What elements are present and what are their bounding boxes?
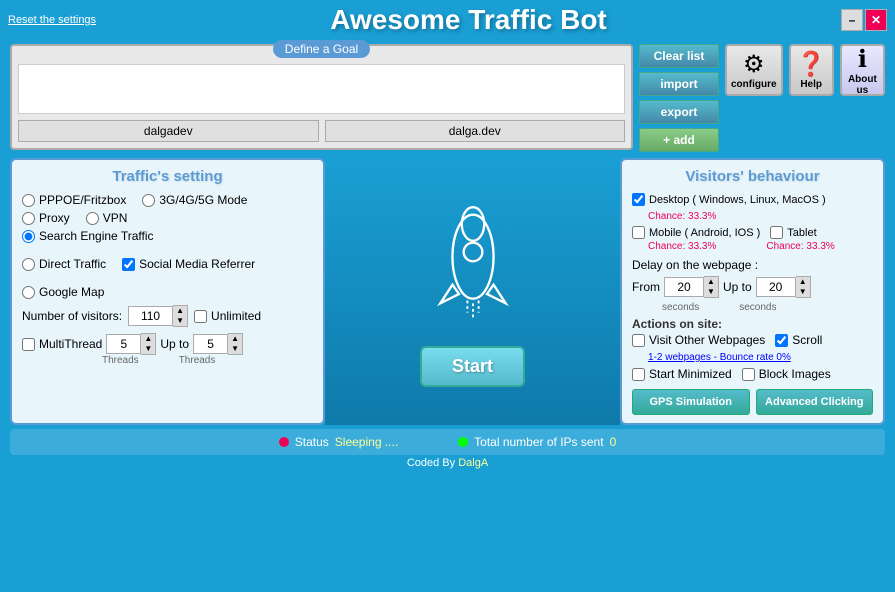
rocket-area: Start: [325, 158, 620, 425]
footer: Coded By DalgA: [0, 455, 895, 471]
thread-input-2[interactable]: [193, 334, 228, 354]
status-bar: Status Sleeping .... Total number of IPs…: [10, 429, 885, 455]
start-button[interactable]: Start: [420, 346, 525, 387]
radio-proxy[interactable]: Proxy: [22, 211, 70, 225]
gps-simulation-button[interactable]: GPS Simulation: [632, 389, 750, 415]
checkbox-mobile[interactable]: Mobile ( Android, IOS ): [632, 226, 760, 239]
url-input-2[interactable]: [325, 120, 626, 142]
traffic-panel-title: Traffic's setting: [22, 168, 313, 185]
status-dot: [279, 437, 289, 447]
mobile-chance: Chance: 33.3%: [648, 241, 716, 252]
delay-from-down[interactable]: ▼: [704, 287, 718, 297]
help-label: Help: [800, 79, 822, 90]
ips-value: 0: [610, 435, 617, 449]
upto-label: Up to: [160, 337, 189, 351]
delay-to-down[interactable]: ▼: [796, 287, 810, 297]
visitors-down[interactable]: ▼: [173, 316, 187, 326]
thread2-up[interactable]: ▲: [228, 334, 242, 344]
status-item: Status Sleeping ....: [279, 435, 398, 449]
checkbox-unlimited[interactable]: Unlimited: [194, 309, 261, 323]
url-list: [18, 64, 625, 114]
delay-to-input[interactable]: [756, 277, 796, 297]
thread1-up[interactable]: ▲: [141, 334, 155, 344]
ips-item: Total number of IPs sent 0: [458, 435, 616, 449]
from-label: From: [632, 280, 660, 294]
about-label: About us: [846, 74, 879, 96]
sleeping-label: Sleeping ....: [335, 435, 398, 449]
export-button[interactable]: export: [639, 100, 719, 124]
author-link[interactable]: DalgA: [458, 457, 488, 469]
visitors-input[interactable]: [128, 306, 173, 326]
info-icon: ℹ: [858, 45, 867, 74]
visitors-panel: Visitors' behaviour Desktop ( Windows, L…: [620, 158, 885, 425]
radio-google-map[interactable]: Google Map: [22, 285, 313, 299]
help-button[interactable]: ❓ Help: [789, 44, 834, 96]
threads-label-2: Threads: [179, 355, 216, 366]
help-icon: ❓: [796, 50, 826, 79]
checkbox-multithread[interactable]: MultiThread: [22, 337, 102, 351]
visitors-panel-title: Visitors' behaviour: [632, 168, 873, 185]
delay-label: Delay on the webpage :: [632, 258, 758, 272]
coded-by-label: Coded By: [407, 457, 458, 469]
delay-from-up[interactable]: ▲: [704, 277, 718, 287]
visitors-label: Number of visitors:: [22, 309, 122, 323]
desktop-chance: Chance: 33.3%: [648, 211, 716, 222]
upto-delay-label: Up to: [723, 280, 752, 294]
checkbox-start-minimized[interactable]: Start Minimized: [632, 367, 732, 381]
gear-icon: ⚙: [743, 50, 765, 79]
checkbox-tablet[interactable]: Tablet: [770, 226, 816, 239]
import-button[interactable]: import: [639, 72, 719, 96]
radio-direct[interactable]: Direct Traffic: [22, 257, 106, 271]
threads-label-1: Threads: [102, 355, 139, 366]
app-title: Awesome Traffic Bot: [96, 4, 841, 36]
radio-pppoe[interactable]: PPPOE/Fritzbox: [22, 193, 126, 207]
radio-search-engine[interactable]: Search Engine Traffic: [22, 229, 313, 243]
status-label: Status: [295, 435, 329, 449]
thread1-down[interactable]: ▼: [141, 344, 155, 354]
checkbox-scroll[interactable]: Scroll: [775, 333, 822, 347]
seconds-label-2: seconds: [739, 302, 776, 313]
checkbox-visit-pages[interactable]: Visit Other Webpages: [632, 333, 765, 347]
minimize-button[interactable]: –: [841, 9, 863, 31]
checkbox-desktop[interactable]: Desktop ( Windows, Linux, MacOS ): [632, 193, 826, 206]
seconds-label-1: seconds: [662, 302, 699, 313]
radio-vpn[interactable]: VPN: [86, 211, 128, 225]
reset-settings-link[interactable]: Reset the settings: [8, 14, 96, 26]
close-button[interactable]: ✕: [865, 9, 887, 31]
bounce-link[interactable]: 1-2 webpages - Bounce rate 0%: [648, 352, 791, 363]
add-button[interactable]: + add: [639, 128, 719, 152]
thread2-down[interactable]: ▼: [228, 344, 242, 354]
ips-dot: [458, 437, 468, 447]
about-button[interactable]: ℹ About us: [840, 44, 885, 96]
checkbox-social-media[interactable]: Social Media Referrer: [122, 257, 255, 271]
delay-from-input[interactable]: [664, 277, 704, 297]
total-ips-label: Total number of IPs sent: [474, 435, 603, 449]
traffic-panel: Traffic's setting PPPOE/Fritzbox 3G/4G/5…: [10, 158, 325, 425]
configure-label: configure: [731, 79, 777, 90]
checkbox-block-images[interactable]: Block Images: [742, 367, 831, 381]
thread-input-1[interactable]: [106, 334, 141, 354]
tablet-chance: Chance: 33.3%: [766, 241, 834, 252]
rocket-icon: [423, 196, 523, 336]
configure-button[interactable]: ⚙ configure: [725, 44, 783, 96]
radio-3g[interactable]: 3G/4G/5G Mode: [142, 193, 247, 207]
advanced-clicking-button[interactable]: Advanced Clicking: [756, 389, 874, 415]
url-input-1[interactable]: [18, 120, 319, 142]
goal-title: Define a Goal: [273, 40, 370, 58]
actions-label: Actions on site:: [632, 317, 873, 331]
visitors-up[interactable]: ▲: [173, 306, 187, 316]
delay-to-up[interactable]: ▲: [796, 277, 810, 287]
clear-list-button[interactable]: Clear list: [639, 44, 719, 68]
